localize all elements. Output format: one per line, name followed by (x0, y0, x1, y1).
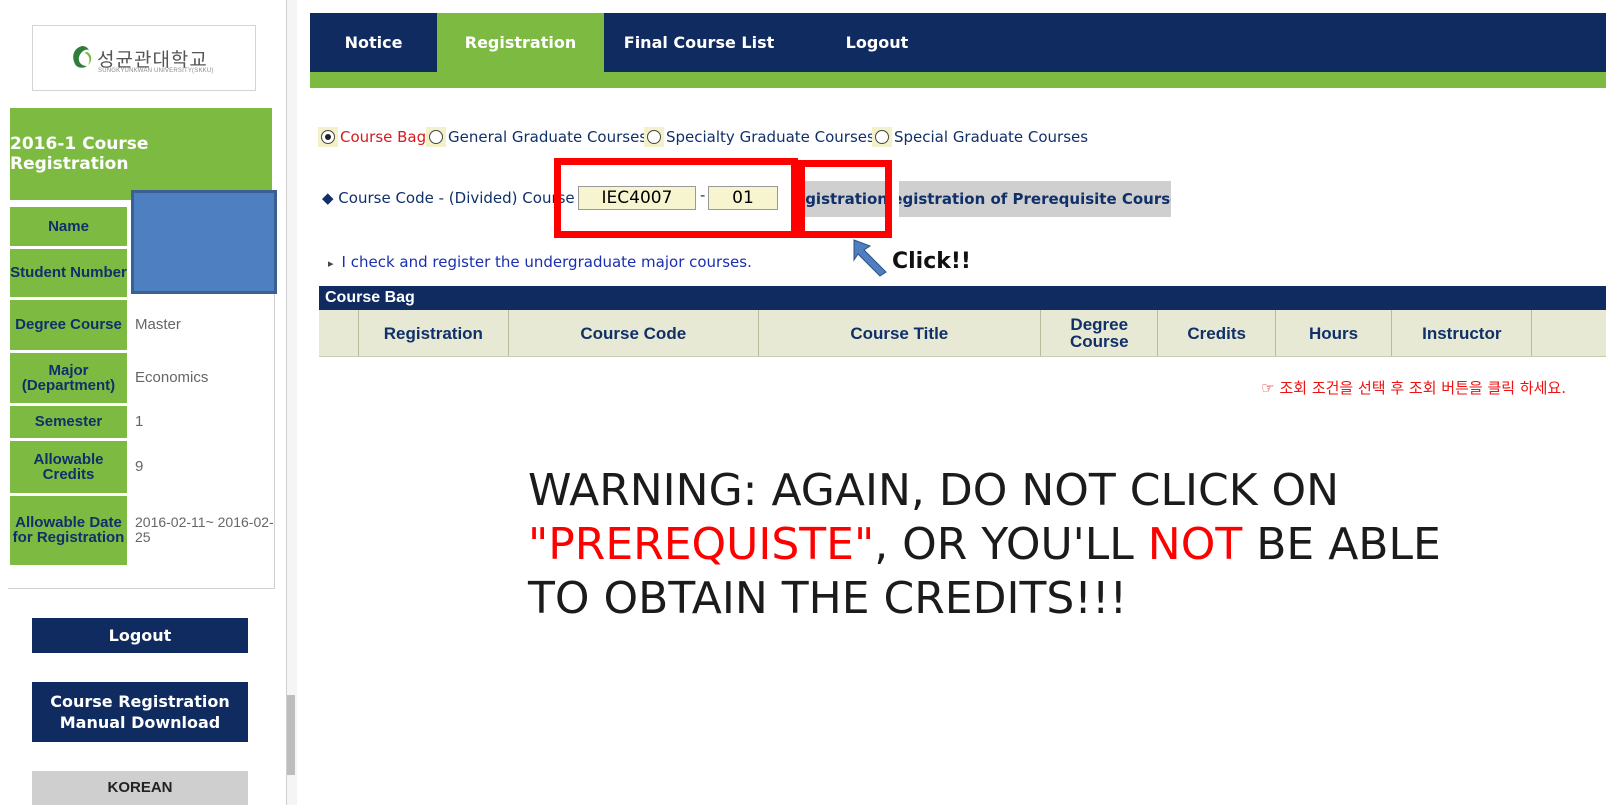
warning-text: WARNING: AGAIN, DO NOT CLICK ON (528, 465, 1340, 516)
info-label-name: Name (10, 207, 127, 249)
info-label-student-number: Student Number (10, 247, 127, 300)
click-annotation: Click!! (892, 249, 971, 274)
info-value-major: Economics (127, 351, 274, 406)
frame-divider (286, 0, 297, 805)
tab-final-course-list[interactable]: Final Course List (604, 13, 794, 72)
info-row: Major (Department) Economics (10, 351, 274, 406)
info-value-allowable-date: 2016-02-11~ 2016-02-25 (127, 494, 274, 568)
top-navigation-accent (310, 72, 1606, 88)
radio-icon[interactable] (644, 127, 664, 147)
tab-registration[interactable]: Registration (437, 13, 604, 72)
warning-highlight: NOT (1147, 519, 1243, 570)
registration-title: 2016-1 Course Registration (10, 108, 272, 200)
info-row: Allowable Date for Registration 2016-02-… (10, 494, 274, 568)
radio-label: Specialty Graduate Courses (666, 128, 875, 146)
search-notice: ☞ 조회 조건을 선택 후 조회 버튼을 클릭 하세요. (1261, 379, 1566, 397)
highlight-box-inputs (554, 158, 798, 238)
info-label-allowable-credits: Allowable Credits (10, 439, 127, 496)
info-value-degree-course: Master (127, 298, 274, 353)
info-label-allowable-date: Allowable Date for Registration (10, 494, 127, 568)
warning-text: BE ABLE (1256, 519, 1441, 570)
radio-course-bag[interactable]: Course Bag (318, 126, 426, 148)
warning-message: WARNING: AGAIN, DO NOT CLICK ON "PREREQU… (528, 464, 1588, 626)
course-bag-title: Course Bag (319, 286, 1606, 310)
info-label-degree-course: Degree Course (10, 298, 127, 353)
radio-special-graduate[interactable]: Special Graduate Courses (872, 126, 1088, 148)
tab-logout[interactable]: Logout (794, 13, 960, 72)
course-code-label: ◆ Course Code - (Divided) Course : (322, 189, 585, 207)
info-label-major: Major (Department) (10, 351, 127, 406)
pointer-arrow-icon (853, 239, 887, 277)
info-row: Semester 1 (10, 404, 274, 441)
radio-label: Course Bag (340, 128, 427, 146)
column-header-select (319, 310, 359, 356)
info-label-semester: Semester (10, 404, 127, 441)
radio-label: Special Graduate Courses (894, 128, 1089, 146)
info-value-semester: 1 (127, 404, 274, 441)
sidebar: 성균관대학교 SUNGKYUNKWAN UNIVERSITY(SKKU) 201… (0, 0, 285, 805)
info-row: Degree Course Master (10, 298, 274, 353)
column-header-course-code: Course Code (509, 310, 759, 356)
column-header-course-title: Course Title (759, 310, 1041, 356)
info-value-allowable-credits: 9 (127, 439, 274, 496)
korean-language-button[interactable]: KOREAN (32, 771, 248, 805)
warning-text: TO OBTAIN THE CREDITS!!! (528, 573, 1128, 624)
radio-specialty-graduate[interactable]: Specialty Graduate Courses (644, 126, 875, 148)
radio-selected-icon[interactable] (318, 127, 338, 147)
frame-scrollbar[interactable] (287, 695, 295, 775)
radio-general-graduate[interactable]: General Graduate Courses (426, 126, 647, 148)
manual-download-button[interactable]: Course Registration Manual Download (32, 682, 248, 742)
column-header-extra (1532, 310, 1606, 356)
undergraduate-courses-link[interactable]: I check and register the undergraduate m… (328, 253, 752, 271)
course-bag-header: Registration Course Code Course Title De… (319, 310, 1606, 357)
prerequisite-registration-button[interactable]: Registration of Prerequisite Courses (899, 181, 1171, 217)
redaction-box (131, 190, 277, 294)
highlight-box-button (798, 160, 892, 238)
column-header-degree-course: Degree Course (1041, 310, 1159, 356)
university-logo[interactable]: 성균관대학교 SUNGKYUNKWAN UNIVERSITY(SKKU) (32, 25, 256, 91)
sidebar-logout-button[interactable]: Logout (32, 618, 248, 653)
tab-notice[interactable]: Notice (310, 13, 437, 72)
radio-icon[interactable] (426, 127, 446, 147)
column-header-credits: Credits (1158, 310, 1276, 356)
radio-icon[interactable] (872, 127, 892, 147)
info-row: Allowable Credits 9 (10, 439, 274, 496)
logo-subtitle: SUNGKYUNKWAN UNIVERSITY(SKKU) (98, 68, 214, 74)
column-header-instructor: Instructor (1392, 310, 1533, 356)
skku-logo-icon (73, 46, 92, 68)
column-header-hours: Hours (1276, 310, 1393, 356)
radio-label: General Graduate Courses (448, 128, 648, 146)
column-header-registration: Registration (359, 310, 509, 356)
warning-highlight: "PREREQUISTE" (528, 519, 875, 570)
warning-text: , OR YOU'LL (874, 519, 1134, 570)
